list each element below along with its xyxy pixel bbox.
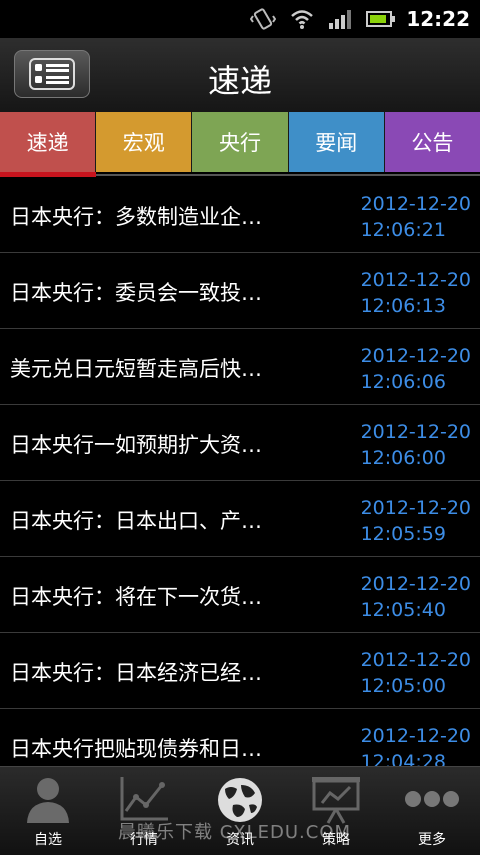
- news-time: 12:06:00: [360, 447, 446, 469]
- news-list: 日本央行：多数制造业企… 2012-12-20 12:06:21 日本央行：委员…: [0, 177, 480, 766]
- news-date: 2012-12-20: [360, 497, 471, 519]
- news-headline: 日本央行：多数制造业企…: [10, 205, 262, 229]
- news-headline: 日本央行：日本经济已经…: [10, 661, 262, 685]
- news-timestamp: 2012-12-20 12:05:00: [361, 647, 471, 699]
- news-item[interactable]: 日本央行：日本经济已经… 2012-12-20 12:05:00: [0, 633, 480, 709]
- tab-hongguan[interactable]: 宏观: [96, 112, 193, 172]
- news-timestamp: 2012-12-20 12:06:06: [361, 343, 471, 395]
- watermark: 晨曦乐下载 CXLEDU.COM: [118, 822, 352, 843]
- vibrate-icon: [250, 8, 277, 30]
- news-time: 12:05:00: [360, 675, 446, 697]
- news-date: 2012-12-20: [360, 725, 471, 747]
- news-item[interactable]: 日本央行一如预期扩大资… 2012-12-20 12:06:00: [0, 405, 480, 481]
- news-headline: 日本央行：日本出口、产…: [10, 509, 262, 533]
- tab-sudi[interactable]: 速递: [0, 112, 97, 172]
- news-date: 2012-12-20: [360, 269, 471, 291]
- news-item[interactable]: 日本央行：将在下一次货… 2012-12-20 12:05:40: [0, 557, 480, 633]
- chart-icon: [120, 777, 168, 821]
- news-date: 2012-12-20: [360, 649, 471, 671]
- news-time: 12:04:28: [360, 751, 446, 766]
- news-date: 2012-12-20: [360, 573, 471, 595]
- category-tabs: 速递 宏观 央行 要闻 公告: [0, 112, 480, 172]
- news-time: 12:05:40: [360, 599, 446, 621]
- news-headline: 日本央行：委员会一致投…: [10, 281, 262, 305]
- news-headline: 美元兑日元短暂走高后快…: [10, 357, 262, 381]
- news-timestamp: 2012-12-20 12:05:40: [361, 571, 471, 623]
- nav-label: 更多: [418, 832, 446, 848]
- news-headline: 日本央行一如预期扩大资…: [10, 433, 262, 457]
- news-timestamp: 2012-12-20 12:06:13: [361, 267, 471, 319]
- status-bar: 12:22: [0, 0, 480, 38]
- nav-item-zixuan[interactable]: 自选: [0, 767, 96, 855]
- wifi-icon: [291, 10, 314, 29]
- tab-yaowen[interactable]: 要闻: [288, 112, 385, 172]
- more-icon: [405, 791, 459, 807]
- news-item[interactable]: 日本央行：日本出口、产… 2012-12-20 12:05:59: [0, 481, 480, 557]
- news-time: 12:05:59: [360, 523, 446, 545]
- news-date: 2012-12-20: [360, 193, 471, 215]
- news-time: 12:06:06: [360, 371, 446, 393]
- news-time: 12:06:21: [360, 219, 446, 241]
- news-date: 2012-12-20: [360, 345, 471, 367]
- person-icon: [27, 778, 69, 823]
- news-timestamp: 2012-12-20 12:05:59: [361, 495, 471, 547]
- battery-icon: [366, 11, 396, 27]
- news-time: 12:06:13: [360, 295, 446, 317]
- news-item[interactable]: 日本央行：多数制造业企… 2012-12-20 12:06:21: [0, 177, 480, 253]
- nav-item-gengduo[interactable]: 更多: [384, 767, 480, 855]
- news-timestamp: 2012-12-20 12:04:28: [361, 723, 471, 766]
- news-item[interactable]: 美元兑日元短暂走高后快… 2012-12-20 12:06:06: [0, 329, 480, 405]
- news-headline: 日本央行：将在下一次货…: [10, 585, 262, 609]
- tab-yanghang[interactable]: 央行: [192, 112, 289, 172]
- status-icons: 12:22: [250, 7, 470, 31]
- news-item[interactable]: 日本央行把贴现债券和日… 2012-12-20 12:04:28: [0, 709, 480, 766]
- news-headline: 日本央行把贴现债券和日…: [10, 737, 262, 761]
- tab-gonggao[interactable]: 公告: [384, 112, 480, 172]
- nav-label: 自选: [34, 832, 62, 848]
- news-item[interactable]: 日本央行：委员会一致投… 2012-12-20 12:06:13: [0, 253, 480, 329]
- news-date: 2012-12-20: [360, 421, 471, 443]
- page-title: 速递: [207, 62, 272, 100]
- news-timestamp: 2012-12-20 12:06:00: [361, 419, 471, 471]
- title-bar: 速递: [0, 38, 480, 113]
- news-timestamp: 2012-12-20 12:06:21: [361, 191, 471, 243]
- signal-icon: [329, 10, 352, 29]
- status-time: 12:22: [406, 7, 470, 31]
